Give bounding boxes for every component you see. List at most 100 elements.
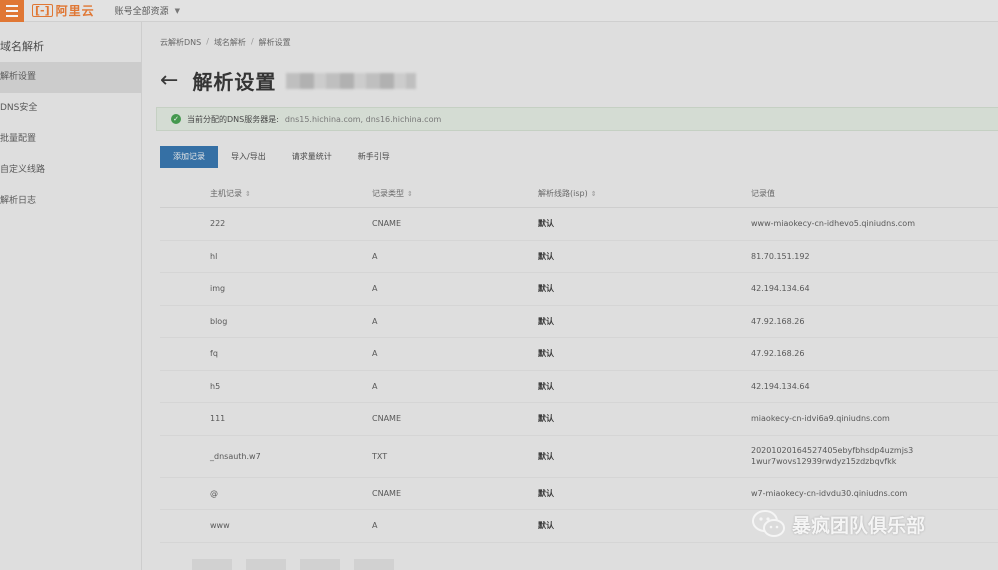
toolbar: 添加记录 导入/导出 请求量统计 新手引导 [160, 146, 403, 168]
table-header: 主机记录 ⇕ 记录类型 ⇕ 解析线路(isp) ⇕ 记录值 [160, 180, 998, 208]
breadcrumb-item-current: 解析设置 [258, 38, 291, 47]
header-type-label: 记录类型 [372, 189, 404, 198]
cell-host: img [210, 284, 226, 294]
table-row[interactable]: 111 CNAME 默认 miaokecy-cn-idvi6a9.qiniudn… [160, 403, 998, 436]
breadcrumb-item[interactable]: 云解析DNS [160, 37, 201, 48]
cell-line: 默认 [538, 521, 554, 531]
aliyun-logo-icon: [-] [32, 4, 53, 17]
cell-host: www [210, 521, 230, 531]
cell-type: A [372, 521, 378, 531]
logo-text: 阿里云 [55, 4, 95, 18]
cell-value: 81.70.151.192 [751, 251, 810, 261]
caret-down-icon: ▼ [174, 6, 181, 15]
sidebar-title: 域名解析 [0, 40, 44, 53]
cell-line: 默认 [538, 349, 554, 359]
header-type[interactable]: 记录类型 ⇕ [372, 188, 538, 199]
account-resource-selector[interactable]: 账号全部资源 ▼ [114, 4, 181, 18]
cell-host: 222 [210, 219, 226, 229]
request-stats-button[interactable]: 请求量统计 [279, 146, 345, 168]
table-row[interactable]: 222 CNAME 默认 www-miaokecy-cn-idhevo5.qin… [160, 208, 998, 241]
cell-type: TXT [372, 451, 388, 461]
breadcrumb-item[interactable]: 域名解析 [214, 37, 246, 48]
breadcrumb-separator: / [250, 37, 254, 46]
header-line-label: 解析线路(isp) [538, 189, 588, 198]
table-row[interactable]: h5 A 默认 42.194.134.64 [160, 371, 998, 403]
blurred-domain-name [286, 72, 417, 89]
table-row[interactable]: _dnsauth.w7 TXT 默认 20201020164527405ebyf… [160, 436, 998, 478]
cell-type: A [372, 349, 378, 359]
pager-block [246, 559, 286, 570]
cell-host: h5 [210, 381, 221, 391]
cell-line: 默认 [538, 451, 554, 461]
main-content: 云解析DNS / 域名解析 / 解析设置 ← 解析设置 ✓ 当前分配的DNS服务… [142, 22, 998, 570]
header-line[interactable]: 解析线路(isp) ⇕ [538, 188, 751, 199]
cell-value: 47.92.168.26 [751, 349, 805, 359]
cell-line: 默认 [538, 381, 554, 391]
sidebar-item-batch-config[interactable]: 批量配置 [0, 124, 141, 155]
sort-icon[interactable]: ⇕ [591, 190, 597, 198]
wechat-watermark: 暴疯团队俱乐部 [752, 509, 925, 539]
cell-line: 默认 [538, 316, 554, 326]
top-bar: [-] 阿里云 账号全部资源 ▼ [0, 0, 998, 22]
table-row[interactable]: img A 默认 42.194.134.64 [160, 273, 998, 306]
cell-value: 42.194.134.64 [751, 381, 810, 391]
sidebar-item-dns-log[interactable]: 解析日志 [0, 186, 141, 217]
table-row[interactable]: hl A 默认 81.70.151.192 [160, 241, 998, 273]
cell-host: @ [210, 488, 218, 498]
breadcrumb-separator: / [206, 37, 209, 46]
table-row[interactable]: fq A 默认 47.92.168.26 [160, 338, 998, 371]
cell-line: 默认 [538, 488, 554, 498]
cell-host: fq [210, 349, 218, 359]
breadcrumb: 云解析DNS / 域名解析 / 解析设置 [160, 37, 291, 48]
wechat-logo-icon [752, 510, 785, 537]
pager-block [192, 559, 232, 570]
cell-line: 默认 [538, 219, 554, 229]
notice-servers: dns15.hichina.com, dns16.hichina.com [284, 114, 442, 124]
page-title: 解析设置 [192, 70, 277, 94]
cell-value: 42.194.134.64 [751, 284, 810, 294]
account-label: 账号全部资源 [114, 7, 169, 17]
cell-type: A [372, 381, 378, 391]
cell-value: 20201020164527405ebyfbhsdp4uzmjs31wur7wo… [751, 446, 914, 466]
cell-type: A [372, 316, 378, 326]
cell-host: hl [210, 251, 218, 261]
cell-host: _dnsauth.w7 [210, 451, 261, 461]
sidebar-item-dns-settings[interactable]: 解析设置 [0, 62, 141, 93]
cell-type: A [372, 284, 378, 294]
cell-line: 默认 [538, 414, 554, 424]
header-value: 记录值 [751, 189, 775, 198]
dns-records-table: 主机记录 ⇕ 记录类型 ⇕ 解析线路(isp) ⇕ 记录值 222 CNAME 默认 … [160, 180, 998, 543]
back-arrow-icon[interactable]: ← [160, 69, 178, 92]
cell-line: 默认 [538, 251, 554, 261]
table-row[interactable]: blog A 默认 47.92.168.26 [160, 306, 998, 338]
cell-value: miaokecy-cn-idvi6a9.qiniudns.com [751, 414, 890, 424]
pager-block [354, 559, 394, 570]
sort-icon[interactable]: ⇕ [245, 190, 251, 198]
sidebar: 域名解析 解析设置 DNS安全 批量配置 自定义线路 解析日志 [0, 22, 142, 570]
pagination-placeholder [192, 559, 394, 570]
cell-type: CNAME [372, 414, 401, 424]
sidebar-item-dns-security[interactable]: DNS安全 [0, 93, 141, 124]
watermark-text: 暴疯团队俱乐部 [792, 514, 926, 537]
cell-host: blog [210, 316, 228, 326]
table-row[interactable]: @ CNAME 默认 w7-miaokecy-cn-idvdu30.qiniud… [160, 478, 998, 510]
header-host-label: 主机记录 [210, 189, 242, 198]
pager-block [300, 559, 340, 570]
title-row: ← 解析设置 [160, 66, 417, 95]
add-record-button[interactable]: 添加记录 [160, 146, 218, 168]
check-circle-icon: ✓ [171, 114, 181, 124]
header-host[interactable]: 主机记录 ⇕ [160, 188, 372, 199]
guide-button[interactable]: 新手引导 [345, 146, 403, 168]
aliyun-logo[interactable]: [-] 阿里云 [32, 2, 95, 19]
notice-label: 当前分配的DNS服务器是: [187, 114, 279, 124]
cell-host: 111 [210, 414, 226, 424]
sort-icon[interactable]: ⇕ [407, 190, 413, 198]
cell-type: CNAME [372, 488, 401, 498]
sidebar-item-custom-line[interactable]: 自定义线路 [0, 155, 141, 186]
import-export-button[interactable]: 导入/导出 [218, 146, 279, 168]
cell-line: 默认 [538, 284, 554, 294]
cell-value: www-miaokecy-cn-idhevo5.qiniudns.com [751, 219, 915, 229]
cell-type: A [372, 251, 378, 261]
cell-value: w7-miaokecy-cn-idvdu30.qiniudns.com [751, 488, 908, 498]
hamburger-menu-icon[interactable] [0, 0, 24, 22]
